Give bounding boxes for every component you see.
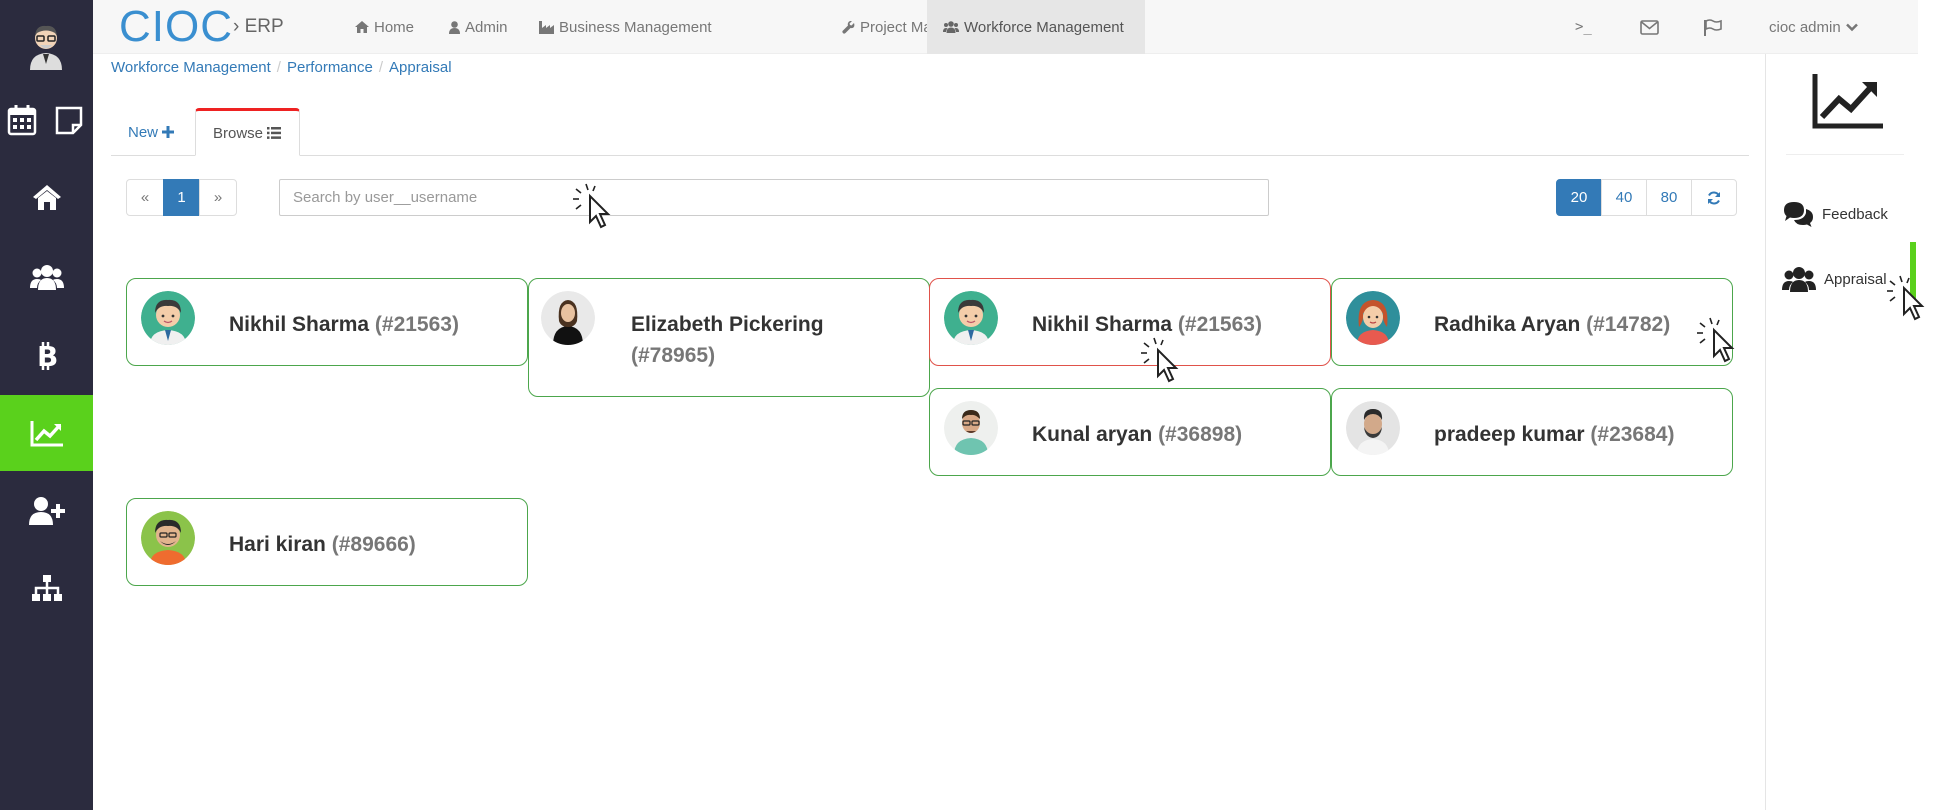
user-menu-dropdown[interactable]: cioc admin bbox=[1769, 0, 1858, 54]
avatar bbox=[541, 291, 595, 345]
user-avatar-icon[interactable] bbox=[28, 24, 64, 70]
users-icon bbox=[1782, 267, 1816, 292]
pagination-next[interactable]: » bbox=[199, 179, 237, 216]
brand-subtitle: › ERP bbox=[233, 16, 284, 37]
employee-name: Elizabeth Pickering (#78965) bbox=[631, 313, 824, 367]
employee-card[interactable]: Kunal aryan (#36898) bbox=[929, 388, 1331, 476]
users-icon bbox=[943, 21, 959, 33]
sidebar-item-finance[interactable]: B bbox=[0, 318, 93, 394]
sitemap-icon bbox=[31, 575, 62, 601]
employee-name: Radhika Aryan (#14782) bbox=[1434, 313, 1671, 336]
sidebar-item-users[interactable] bbox=[0, 239, 93, 315]
bitcoin-icon: B bbox=[37, 341, 58, 371]
sidebar-item-organization[interactable] bbox=[0, 550, 93, 626]
active-indicator bbox=[1910, 242, 1916, 306]
employee-card[interactable]: Nikhil Sharma (#21563) bbox=[126, 278, 528, 366]
nav-business-management[interactable]: Business Management bbox=[523, 0, 728, 54]
sidebar-item-performance[interactable] bbox=[0, 395, 93, 471]
employee-name: Nikhil Sharma (#21563) bbox=[229, 313, 459, 336]
avatar bbox=[141, 511, 195, 565]
employee-name: Hari kiran (#89666) bbox=[229, 533, 416, 556]
industry-icon bbox=[539, 20, 554, 34]
pagination-page-1[interactable]: 1 bbox=[163, 179, 200, 216]
terminal-icon: >_ bbox=[1575, 19, 1592, 35]
pagination-prev[interactable]: « bbox=[126, 179, 164, 216]
refresh-button[interactable] bbox=[1691, 179, 1737, 216]
employee-card[interactable]: Elizabeth Pickering (#78965) bbox=[528, 278, 930, 397]
feedback-link[interactable]: Feedback bbox=[1782, 200, 1888, 228]
nav-workforce-management[interactable]: Workforce Management bbox=[927, 0, 1145, 54]
tab-new-label: New bbox=[128, 123, 159, 141]
pagination: « 1 » bbox=[126, 179, 237, 216]
avatar bbox=[141, 291, 195, 345]
wrench-icon bbox=[842, 20, 855, 34]
calendar-icon[interactable] bbox=[6, 102, 38, 138]
nav-admin-label: Admin bbox=[465, 18, 508, 36]
appraisal-link[interactable]: Appraisal bbox=[1782, 265, 1887, 293]
users-icon bbox=[29, 265, 64, 290]
mail-button[interactable] bbox=[1640, 0, 1659, 54]
employee-card[interactable]: Nikhil Sharma (#21563) bbox=[929, 278, 1331, 366]
flag-icon bbox=[1704, 18, 1722, 36]
refresh-icon bbox=[1708, 191, 1720, 204]
left-sidebar: B bbox=[0, 0, 93, 810]
chevron-down-icon bbox=[1845, 23, 1858, 31]
tab-new[interactable]: New bbox=[111, 108, 191, 156]
user-menu-label: cioc admin bbox=[1769, 18, 1841, 36]
nav-home-label: Home bbox=[374, 18, 415, 36]
employee-card[interactable]: Hari kiran (#89666) bbox=[126, 498, 528, 586]
page-size-group: 20 40 80 bbox=[1556, 179, 1737, 216]
flag-button[interactable] bbox=[1703, 0, 1722, 54]
feedback-label: Feedback bbox=[1822, 205, 1888, 223]
avatar bbox=[944, 401, 998, 455]
line-chart-icon bbox=[30, 421, 63, 447]
tab-browse[interactable]: Browse bbox=[195, 108, 300, 156]
right-panel: Feedback Appraisal bbox=[1765, 54, 1918, 810]
home-icon bbox=[355, 21, 369, 33]
page-size-20[interactable]: 20 bbox=[1556, 179, 1602, 216]
notes-icon[interactable] bbox=[53, 102, 85, 138]
top-navbar: CIOC › ERP Home Admin Business Managemen… bbox=[93, 0, 1918, 54]
avatar bbox=[1346, 401, 1400, 455]
employee-card[interactable]: Radhika Aryan (#14782) bbox=[1331, 278, 1733, 366]
tab-bar: New Browse bbox=[111, 108, 1749, 156]
employee-card[interactable]: pradeep kumar (#23684) bbox=[1331, 388, 1733, 476]
nav-home[interactable]: Home bbox=[339, 0, 430, 54]
appraisal-label: Appraisal bbox=[1824, 270, 1887, 288]
list-icon bbox=[267, 127, 282, 139]
search-input[interactable] bbox=[279, 179, 1269, 216]
breadcrumb-appraisal[interactable]: Appraisal bbox=[389, 59, 452, 76]
terminal-button[interactable]: >_ bbox=[1575, 0, 1592, 54]
employee-name: Kunal aryan (#36898) bbox=[1032, 423, 1243, 446]
brand-logo[interactable]: CIOC bbox=[119, 2, 233, 52]
sidebar-item-add-user[interactable] bbox=[0, 473, 93, 549]
nav-business-management-label: Business Management bbox=[559, 18, 712, 36]
comments-icon bbox=[1784, 202, 1813, 227]
nav-admin[interactable]: Admin bbox=[433, 0, 524, 54]
employee-name: Nikhil Sharma (#21563) bbox=[1032, 313, 1262, 336]
breadcrumb-workforce-management[interactable]: Workforce Management bbox=[111, 59, 271, 76]
page-size-40[interactable]: 40 bbox=[1601, 179, 1647, 216]
breadcrumb-performance[interactable]: Performance bbox=[287, 59, 373, 76]
page-size-80[interactable]: 80 bbox=[1646, 179, 1692, 216]
line-chart-icon bbox=[1812, 74, 1883, 129]
home-icon bbox=[32, 185, 61, 210]
user-plus-icon bbox=[28, 497, 65, 525]
avatar bbox=[944, 291, 998, 345]
envelope-icon bbox=[1640, 19, 1659, 35]
user-icon bbox=[449, 20, 460, 34]
plus-icon bbox=[162, 126, 175, 138]
employee-name: pradeep kumar (#23684) bbox=[1434, 423, 1675, 446]
tab-browse-label: Browse bbox=[213, 124, 264, 142]
sidebar-item-home[interactable] bbox=[0, 159, 93, 235]
nav-workforce-management-label: Workforce Management bbox=[964, 18, 1124, 36]
breadcrumb: Workforce Management / Performance / App… bbox=[111, 59, 452, 76]
avatar bbox=[1346, 291, 1400, 345]
